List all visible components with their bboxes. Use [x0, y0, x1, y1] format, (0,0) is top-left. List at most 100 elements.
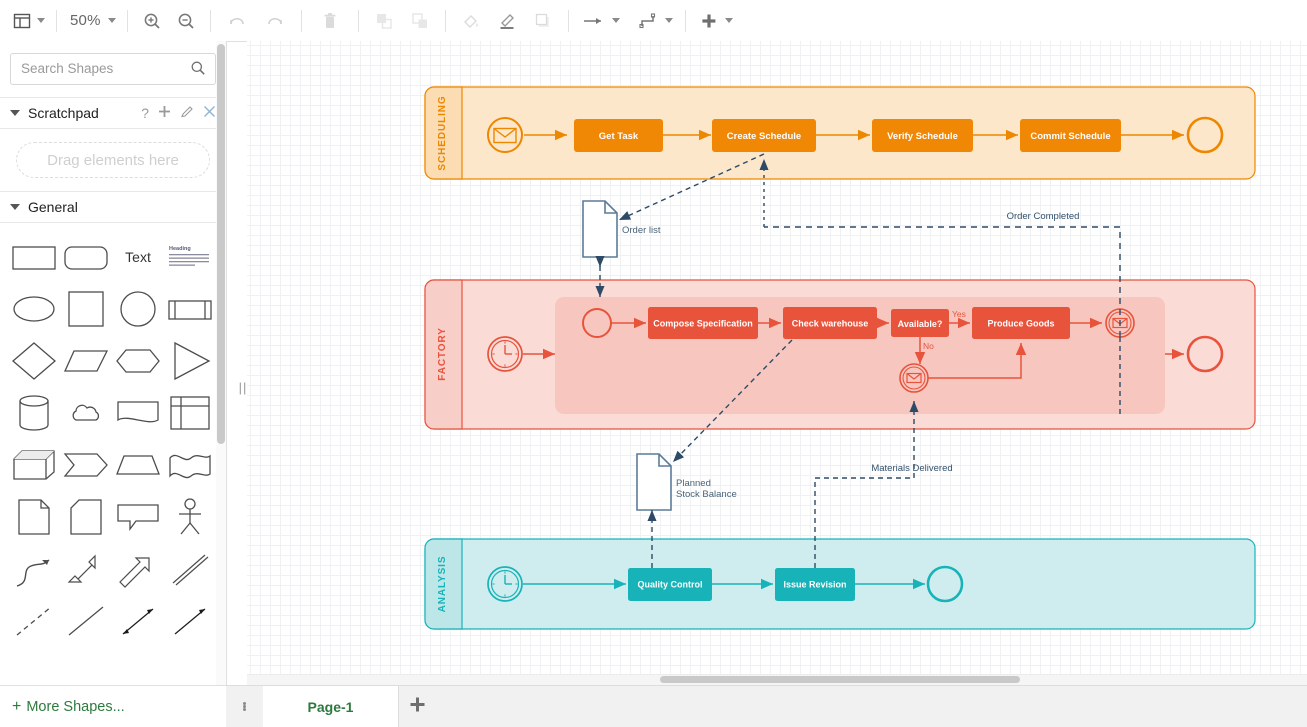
- connection-dropdown[interactable]: [576, 0, 625, 41]
- shape-bidirectional-connector[interactable]: [112, 595, 164, 647]
- pencil-icon[interactable]: [180, 105, 194, 122]
- shape-rectangle[interactable]: [8, 231, 60, 283]
- task-commit-schedule[interactable]: Commit Schedule: [1020, 119, 1121, 152]
- help-icon[interactable]: ?: [141, 105, 149, 121]
- shape-directional-connector[interactable]: [164, 595, 216, 647]
- zoom-in-button[interactable]: [135, 0, 169, 41]
- shape-card[interactable]: [60, 491, 112, 543]
- search-box[interactable]: [10, 53, 216, 85]
- diagram-canvas[interactable]: SCHEDULING Get Task Create Schedule Veri…: [247, 41, 1307, 685]
- shape-dashed-line[interactable]: [8, 595, 60, 647]
- shape-hexagon[interactable]: [112, 335, 164, 387]
- gateway-label: Available?: [898, 319, 943, 329]
- plus-icon: +: [12, 697, 22, 715]
- shape-line[interactable]: [60, 595, 112, 647]
- insert-dropdown[interactable]: [693, 0, 738, 41]
- plus-icon[interactable]: [158, 105, 171, 121]
- search-input[interactable]: [11, 54, 203, 82]
- task-produce-goods[interactable]: Produce Goods: [972, 307, 1070, 339]
- general-section-header[interactable]: General: [0, 191, 226, 223]
- task-compose-specification[interactable]: Compose Specification: [648, 307, 758, 339]
- data-object-planned-stock-balance[interactable]: Planned Stock Balance: [636, 453, 737, 511]
- shape-circle[interactable]: [112, 283, 164, 335]
- zoom-out-button[interactable]: [169, 0, 203, 41]
- data-object-label-line1: Planned: [676, 478, 711, 489]
- more-shapes-button[interactable]: + More Shapes...: [0, 685, 239, 727]
- main-toolbar: 50%: [0, 0, 1307, 42]
- gateway-available[interactable]: Available?: [891, 309, 949, 337]
- undo-button[interactable]: [218, 0, 256, 41]
- sidebar-scrollbar-thumb[interactable]: [217, 44, 225, 444]
- canvas-hscrollbar-track[interactable]: [247, 674, 1307, 685]
- task-get-task[interactable]: Get Task: [574, 119, 663, 152]
- data-object-order-list[interactable]: Order list: [582, 200, 661, 258]
- shape-bidirectional-arrow[interactable]: [60, 543, 112, 595]
- shape-arrow[interactable]: [112, 543, 164, 595]
- task-issue-revision[interactable]: Issue Revision: [775, 568, 855, 601]
- drawio-app: 50% Search Shapes Scratchpad ? Drag elem…: [0, 0, 1307, 727]
- shape-text[interactable]: Text: [112, 231, 164, 283]
- task-label: Produce Goods: [987, 319, 1054, 329]
- toolbar-divider: [126, 9, 128, 32]
- add-page-button[interactable]: [399, 686, 436, 727]
- timer-start-event-analysis[interactable]: [487, 566, 523, 602]
- view-dropdown[interactable]: [8, 0, 49, 41]
- task-label: Quality Control: [638, 580, 703, 590]
- waypoints-dropdown[interactable]: [633, 0, 678, 41]
- shape-diamond[interactable]: [8, 335, 60, 387]
- zoom-in-icon: [142, 11, 162, 31]
- shape-double-line[interactable]: [164, 543, 216, 595]
- shape-parallelogram[interactable]: [60, 335, 112, 387]
- line-color-button[interactable]: [489, 0, 525, 41]
- canvas-hscrollbar-thumb[interactable]: [660, 676, 1020, 683]
- sidebar-splitter-handle[interactable]: ||: [239, 378, 247, 396]
- task-quality-control[interactable]: Quality Control: [628, 568, 712, 601]
- close-icon[interactable]: [203, 105, 216, 121]
- scratchpad-actions: ?: [141, 105, 216, 122]
- page-menu-button[interactable]: [226, 686, 263, 727]
- task-check-warehouse[interactable]: Check warehouse: [783, 307, 877, 339]
- shape-ellipse[interactable]: [8, 283, 60, 335]
- task-verify-schedule[interactable]: Verify Schedule: [872, 119, 973, 152]
- shape-callout[interactable]: [112, 491, 164, 543]
- timer-start-event-factory[interactable]: [487, 336, 523, 372]
- page-tab-label: Page-1: [307, 698, 354, 715]
- shape-curved-arrow[interactable]: [8, 543, 60, 595]
- shape-textbox[interactable]: Heading: [164, 231, 216, 283]
- toolbar-divider: [567, 9, 569, 32]
- redo-button[interactable]: [256, 0, 294, 41]
- page-tab-page-1[interactable]: Page-1: [263, 686, 399, 727]
- shadow-button[interactable]: [525, 0, 561, 41]
- send-to-back-button[interactable]: [402, 0, 438, 41]
- line-color-icon: [497, 11, 517, 31]
- bring-to-front-button[interactable]: [366, 0, 402, 41]
- scratchpad-dropzone[interactable]: Drag elements here: [16, 142, 210, 178]
- zoom-dropdown[interactable]: 50%: [64, 0, 120, 41]
- fill-color-button[interactable]: [453, 0, 489, 41]
- shape-cube[interactable]: [8, 439, 60, 491]
- vertical-dots-icon: [243, 702, 246, 711]
- shape-internal-storage[interactable]: [164, 387, 216, 439]
- flow-label-order-completed: Order Completed: [1007, 211, 1080, 222]
- shape-tape[interactable]: [164, 439, 216, 491]
- lane-scheduling[interactable]: SCHEDULING: [424, 86, 1256, 180]
- shape-document[interactable]: [112, 387, 164, 439]
- delete-button[interactable]: [309, 0, 351, 41]
- connection-arrow-icon: [581, 11, 607, 31]
- shape-cloud[interactable]: [60, 387, 112, 439]
- scratchpad-title: Scratchpad: [28, 105, 99, 121]
- shape-note[interactable]: [8, 491, 60, 543]
- shape-trapezoid[interactable]: [112, 439, 164, 491]
- shape-text-label: Text: [125, 249, 151, 265]
- shape-actor[interactable]: [164, 491, 216, 543]
- shape-rounded-rectangle[interactable]: [60, 231, 112, 283]
- shape-triangle[interactable]: [164, 335, 216, 387]
- task-create-schedule[interactable]: Create Schedule: [712, 119, 816, 152]
- shape-square[interactable]: [60, 283, 112, 335]
- scratchpad-header[interactable]: Scratchpad ?: [0, 97, 226, 129]
- bpmn-diagram: SCHEDULING Get Task Create Schedule Veri…: [247, 41, 1307, 675]
- sidebar-scrollbar-track[interactable]: [216, 41, 226, 685]
- shape-process[interactable]: [164, 283, 216, 335]
- shape-step[interactable]: [60, 439, 112, 491]
- shape-cylinder[interactable]: [8, 387, 60, 439]
